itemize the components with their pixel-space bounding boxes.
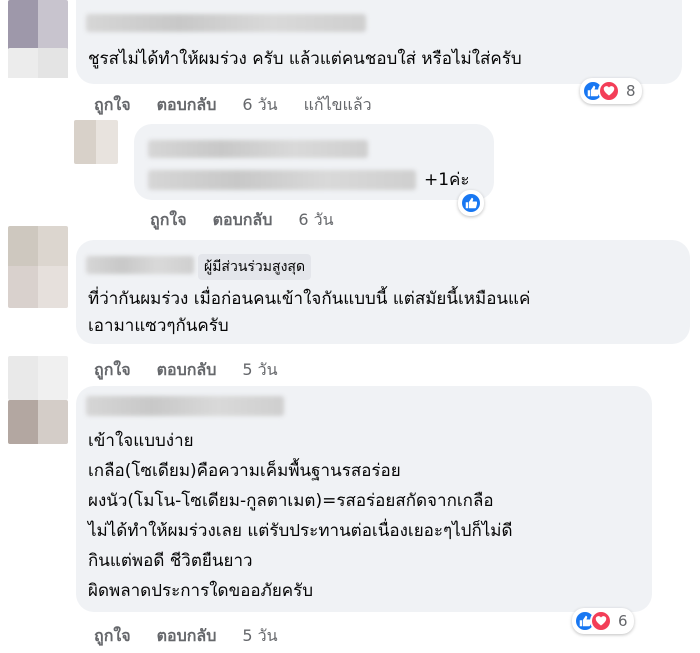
reply-button[interactable]: ตอบกลับ (157, 624, 217, 649)
author-name-redacted[interactable] (86, 14, 366, 32)
like-button[interactable]: ถูกใจ (94, 93, 131, 118)
comment-text-line: ผงนัว(โมโน-โซเดียม-กูลตาเมต)=รสอร่อยสกัด… (88, 491, 494, 511)
author-name-redacted[interactable] (86, 256, 194, 274)
like-button[interactable]: ถูกใจ (94, 624, 131, 649)
author-name-redacted[interactable] (148, 140, 368, 158)
timestamp[interactable]: 6 วัน (298, 208, 333, 233)
author-name-redacted[interactable] (86, 396, 284, 416)
comment-text-suffix: +1ค่ะ (424, 170, 470, 190)
comment-text-line: เกลือ(โซเดียม)คือความเค็มพื้นฐานรสอร่อย (88, 461, 401, 481)
timestamp[interactable]: 6 วัน (242, 93, 277, 118)
love-icon (598, 80, 620, 102)
timestamp[interactable]: 5 วัน (242, 624, 277, 649)
like-button[interactable]: ถูกใจ (150, 208, 187, 233)
avatar[interactable] (8, 0, 68, 50)
like-button[interactable]: ถูกใจ (94, 358, 131, 383)
reply-button[interactable]: ตอบกลับ (157, 358, 217, 383)
avatar[interactable] (74, 120, 118, 164)
comment-bubble-1: ชูรสไม่ได้ทำให้ผมร่วง ครับ แล้วแต่คนชอบใ… (76, 0, 682, 84)
top-contributor-badge[interactable]: ผู้มีส่วนร่วมสูงสุด (198, 254, 312, 280)
like-icon (460, 192, 482, 214)
comment-text-line: เอามาแซวๆกันครับ (88, 316, 229, 336)
comment-text-line: ไม่ได้ทำให้ผมร่วงเลย แต่รับประทานต่อเนื่… (88, 521, 513, 541)
reaction-summary[interactable]: 8 (580, 78, 642, 104)
reaction-summary[interactable] (458, 190, 484, 216)
comment-actions: ถูกใจ ตอบกลับ 5 วัน (94, 358, 278, 383)
comment-text-line: ที่ว่ากันผมร่วง เมื่อก่อนคนเข้าใจกันแบบน… (88, 289, 531, 309)
timestamp[interactable]: 5 วัน (242, 358, 277, 383)
avatar-lower (8, 400, 68, 444)
comment-text-line: กินแต่พอดี ชีวิตยืนยาว (88, 551, 253, 571)
comment-bubble-4: เข้าใจแบบง่าย เกลือ(โซเดียม)คือความเค็มพ… (76, 386, 652, 612)
comment-text-line: ชูรสไม่ได้ทำให้ผมร่วง ครับ แล้วแต่คนชอบใ… (88, 49, 522, 69)
love-icon (590, 610, 612, 632)
reply-button[interactable]: ตอบกลับ (213, 208, 273, 233)
comment-actions: ถูกใจ ตอบกลับ 6 วัน แก้ไขแล้ว (94, 93, 372, 118)
comment-actions: ถูกใจ ตอบกลับ 6 วัน (150, 208, 334, 233)
mention-redacted[interactable] (148, 170, 416, 190)
avatar[interactable] (8, 226, 68, 308)
comment-text-line: เข้าใจแบบง่าย (88, 431, 194, 451)
comment-actions: ถูกใจ ตอบกลับ 5 วัน (94, 624, 278, 649)
reply-button[interactable]: ตอบกลับ (157, 93, 217, 118)
comment-bubble-2: +1ค่ะ (134, 124, 494, 200)
reaction-summary[interactable]: 6 (572, 608, 634, 634)
comment-text-line: ผิดพลาดประการใดขออภัยครับ (88, 581, 314, 601)
avatar[interactable] (8, 356, 68, 400)
reaction-count: 8 (626, 82, 636, 100)
comment-bubble-3: ผู้มีส่วนร่วมสูงสุด ที่ว่ากันผมร่วง เมื่… (76, 240, 690, 344)
reaction-count: 6 (618, 612, 628, 630)
avatar-lower (8, 48, 68, 108)
edited-label[interactable]: แก้ไขแล้ว (304, 93, 372, 118)
